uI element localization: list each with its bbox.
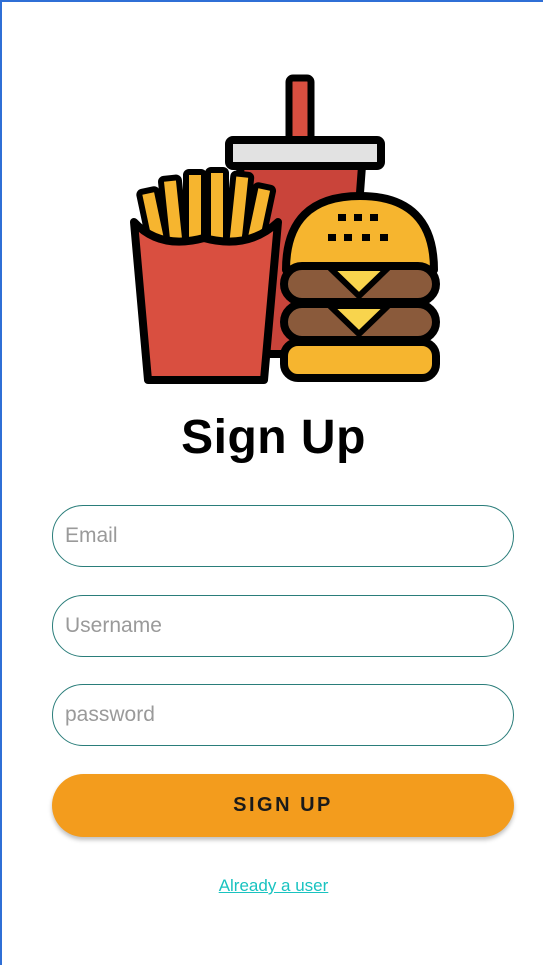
fast-food-icon xyxy=(130,74,440,384)
username-field[interactable] xyxy=(52,595,514,657)
username-input[interactable] xyxy=(65,596,495,655)
page-title: Sign Up xyxy=(181,411,366,464)
signup-screen: Sign Up SIGN UP Already a user xyxy=(0,0,543,965)
email-field[interactable] xyxy=(52,505,514,567)
password-field[interactable] xyxy=(52,684,514,746)
email-input[interactable] xyxy=(65,506,495,565)
password-input[interactable] xyxy=(65,685,495,744)
already-user-link[interactable]: Already a user xyxy=(2,876,543,896)
sign-up-button[interactable]: SIGN UP xyxy=(52,774,514,837)
